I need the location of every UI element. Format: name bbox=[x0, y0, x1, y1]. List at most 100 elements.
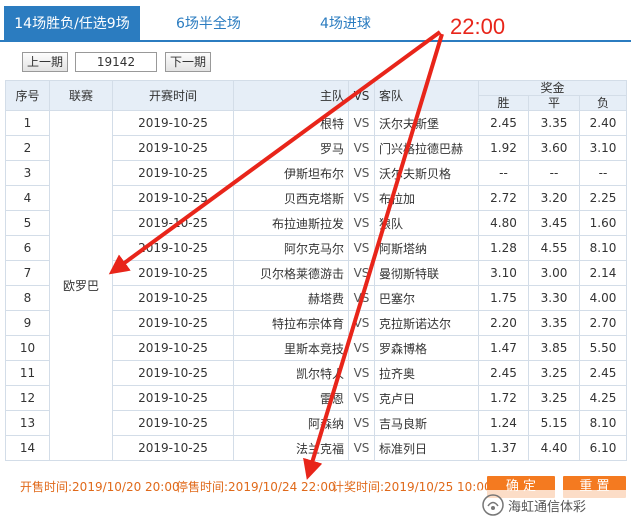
loss-odds: 2.45 bbox=[578, 360, 628, 386]
loss-odds: 2.25 bbox=[578, 185, 628, 211]
row-number: 4 bbox=[5, 185, 50, 211]
home-team: 法兰克福 bbox=[233, 435, 349, 461]
home-team: 里斯本竞技 bbox=[233, 335, 349, 361]
row-number: 11 bbox=[5, 360, 50, 386]
header-league: 联赛 bbox=[49, 80, 113, 111]
row-number: 6 bbox=[5, 235, 50, 261]
away-team: 拉齐奥 bbox=[374, 360, 479, 386]
tab-14-match[interactable]: 14场胜负/任选9场 bbox=[4, 6, 140, 42]
draw-odds: 5.15 bbox=[528, 410, 580, 436]
kickoff-time: 2019-10-25 bbox=[112, 360, 234, 386]
header-vs: VS bbox=[348, 80, 375, 111]
win-odds: 1.37 bbox=[478, 435, 529, 461]
kickoff-time: 2019-10-25 bbox=[112, 310, 234, 336]
home-team: 雷恩 bbox=[233, 385, 349, 411]
watermark: 海虹通信体彩 bbox=[478, 490, 628, 520]
vs-label: VS bbox=[348, 110, 375, 136]
row-number: 3 bbox=[5, 160, 50, 186]
win-odds: 1.92 bbox=[478, 135, 529, 161]
win-odds: 2.45 bbox=[478, 360, 529, 386]
row-number: 5 bbox=[5, 210, 50, 236]
win-odds: 4.80 bbox=[478, 210, 529, 236]
win-odds: 1.28 bbox=[478, 235, 529, 261]
loss-odds: 5.50 bbox=[578, 335, 628, 361]
vs-label: VS bbox=[348, 410, 375, 436]
header-loss: 负 bbox=[578, 95, 628, 111]
away-team: 门兴格拉德巴赫 bbox=[374, 135, 479, 161]
home-team: 根特 bbox=[233, 110, 349, 136]
vs-label: VS bbox=[348, 160, 375, 186]
draw-time: 计奖时间:2019/10/25 10:00 bbox=[332, 480, 492, 494]
sale-stop-time: 停售时间:2019/10/24 22:00 bbox=[176, 480, 336, 494]
away-team: 克拉斯诺达尔 bbox=[374, 310, 479, 336]
vs-label: VS bbox=[348, 235, 375, 261]
vs-label: VS bbox=[348, 260, 375, 286]
draw-odds: 3.60 bbox=[528, 135, 580, 161]
loss-odds: 8.10 bbox=[578, 410, 628, 436]
kickoff-time: 2019-10-25 bbox=[112, 135, 234, 161]
match-rows: 1 欧罗巴 2019-10-25 根特 VS 沃尔夫斯堡 2.45 3.35 2.40 2 2019… bbox=[5, 110, 628, 461]
row-number: 10 bbox=[5, 335, 50, 361]
home-team: 凯尔特人 bbox=[233, 360, 349, 386]
away-team: 狼队 bbox=[374, 210, 479, 236]
kickoff-time: 2019-10-25 bbox=[112, 435, 234, 461]
home-team: 特拉布宗体育 bbox=[233, 310, 349, 336]
win-odds: 1.24 bbox=[478, 410, 529, 436]
row-number: 13 bbox=[5, 410, 50, 436]
home-team: 罗马 bbox=[233, 135, 349, 161]
win-odds: 3.10 bbox=[478, 260, 529, 286]
prev-period-button[interactable]: 上一期 bbox=[22, 52, 68, 72]
match-table: 序号 联赛 开赛时间 主队 VS 客队 奖金 胜 平 负 1 欧罗巴 2019-10… bbox=[5, 80, 628, 461]
win-odds: 2.20 bbox=[478, 310, 529, 336]
next-period-button[interactable]: 下一期 bbox=[165, 52, 211, 72]
vs-label: VS bbox=[348, 310, 375, 336]
win-odds: 2.72 bbox=[478, 185, 529, 211]
away-team: 标准列日 bbox=[374, 435, 479, 461]
wechat-logo-icon bbox=[482, 494, 504, 516]
away-team: 巴塞尔 bbox=[374, 285, 479, 311]
home-team: 布拉迪斯拉发 bbox=[233, 210, 349, 236]
away-team: 阿斯塔纳 bbox=[374, 235, 479, 261]
vs-label: VS bbox=[348, 385, 375, 411]
row-number: 14 bbox=[5, 435, 50, 461]
kickoff-time: 2019-10-25 bbox=[112, 335, 234, 361]
row-number: 8 bbox=[5, 285, 50, 311]
kickoff-time: 2019-10-25 bbox=[112, 385, 234, 411]
loss-odds: 8.10 bbox=[578, 235, 628, 261]
home-team: 伊斯坦布尔 bbox=[233, 160, 349, 186]
header-no: 序号 bbox=[5, 80, 50, 111]
away-team: 吉马良斯 bbox=[374, 410, 479, 436]
loss-odds: 2.70 bbox=[578, 310, 628, 336]
away-team: 曼彻斯特联 bbox=[374, 260, 479, 286]
tab-4-goals[interactable]: 4场进球 bbox=[320, 6, 371, 42]
period-input[interactable] bbox=[75, 52, 157, 72]
away-team: 沃尔夫斯堡 bbox=[374, 110, 479, 136]
row-number: 2 bbox=[5, 135, 50, 161]
away-team: 罗森博格 bbox=[374, 335, 479, 361]
vs-label: VS bbox=[348, 285, 375, 311]
win-odds: 1.47 bbox=[478, 335, 529, 361]
table-row[interactable]: 1 欧罗巴 2019-10-25 根特 VS 沃尔夫斯堡 2.45 3.35 2.40 bbox=[5, 110, 628, 461]
home-team: 贝尔格莱德游击 bbox=[233, 260, 349, 286]
row-number: 1 bbox=[5, 110, 50, 136]
draw-odds: 3.35 bbox=[528, 310, 580, 336]
row-number: 7 bbox=[5, 260, 50, 286]
vs-label: VS bbox=[348, 185, 375, 211]
draw-odds: 3.35 bbox=[528, 110, 580, 136]
loss-odds: 1.60 bbox=[578, 210, 628, 236]
kickoff-time: 2019-10-25 bbox=[112, 160, 234, 186]
loss-odds: 3.10 bbox=[578, 135, 628, 161]
away-team: 克卢日 bbox=[374, 385, 479, 411]
tab-6-half-full[interactable]: 6场半全场 bbox=[176, 6, 241, 42]
vs-label: VS bbox=[348, 435, 375, 461]
kickoff-time: 2019-10-25 bbox=[112, 185, 234, 211]
vs-label: VS bbox=[348, 360, 375, 386]
header-prize: 奖金 bbox=[477, 80, 628, 96]
home-team: 贝西克塔斯 bbox=[233, 185, 349, 211]
draw-odds: 3.45 bbox=[528, 210, 580, 236]
win-odds: 1.72 bbox=[478, 385, 529, 411]
vs-label: VS bbox=[348, 210, 375, 236]
loss-odds: 4.00 bbox=[578, 285, 628, 311]
loss-odds: -- bbox=[578, 160, 628, 186]
watermark-text: 海虹通信体彩 bbox=[508, 500, 587, 515]
